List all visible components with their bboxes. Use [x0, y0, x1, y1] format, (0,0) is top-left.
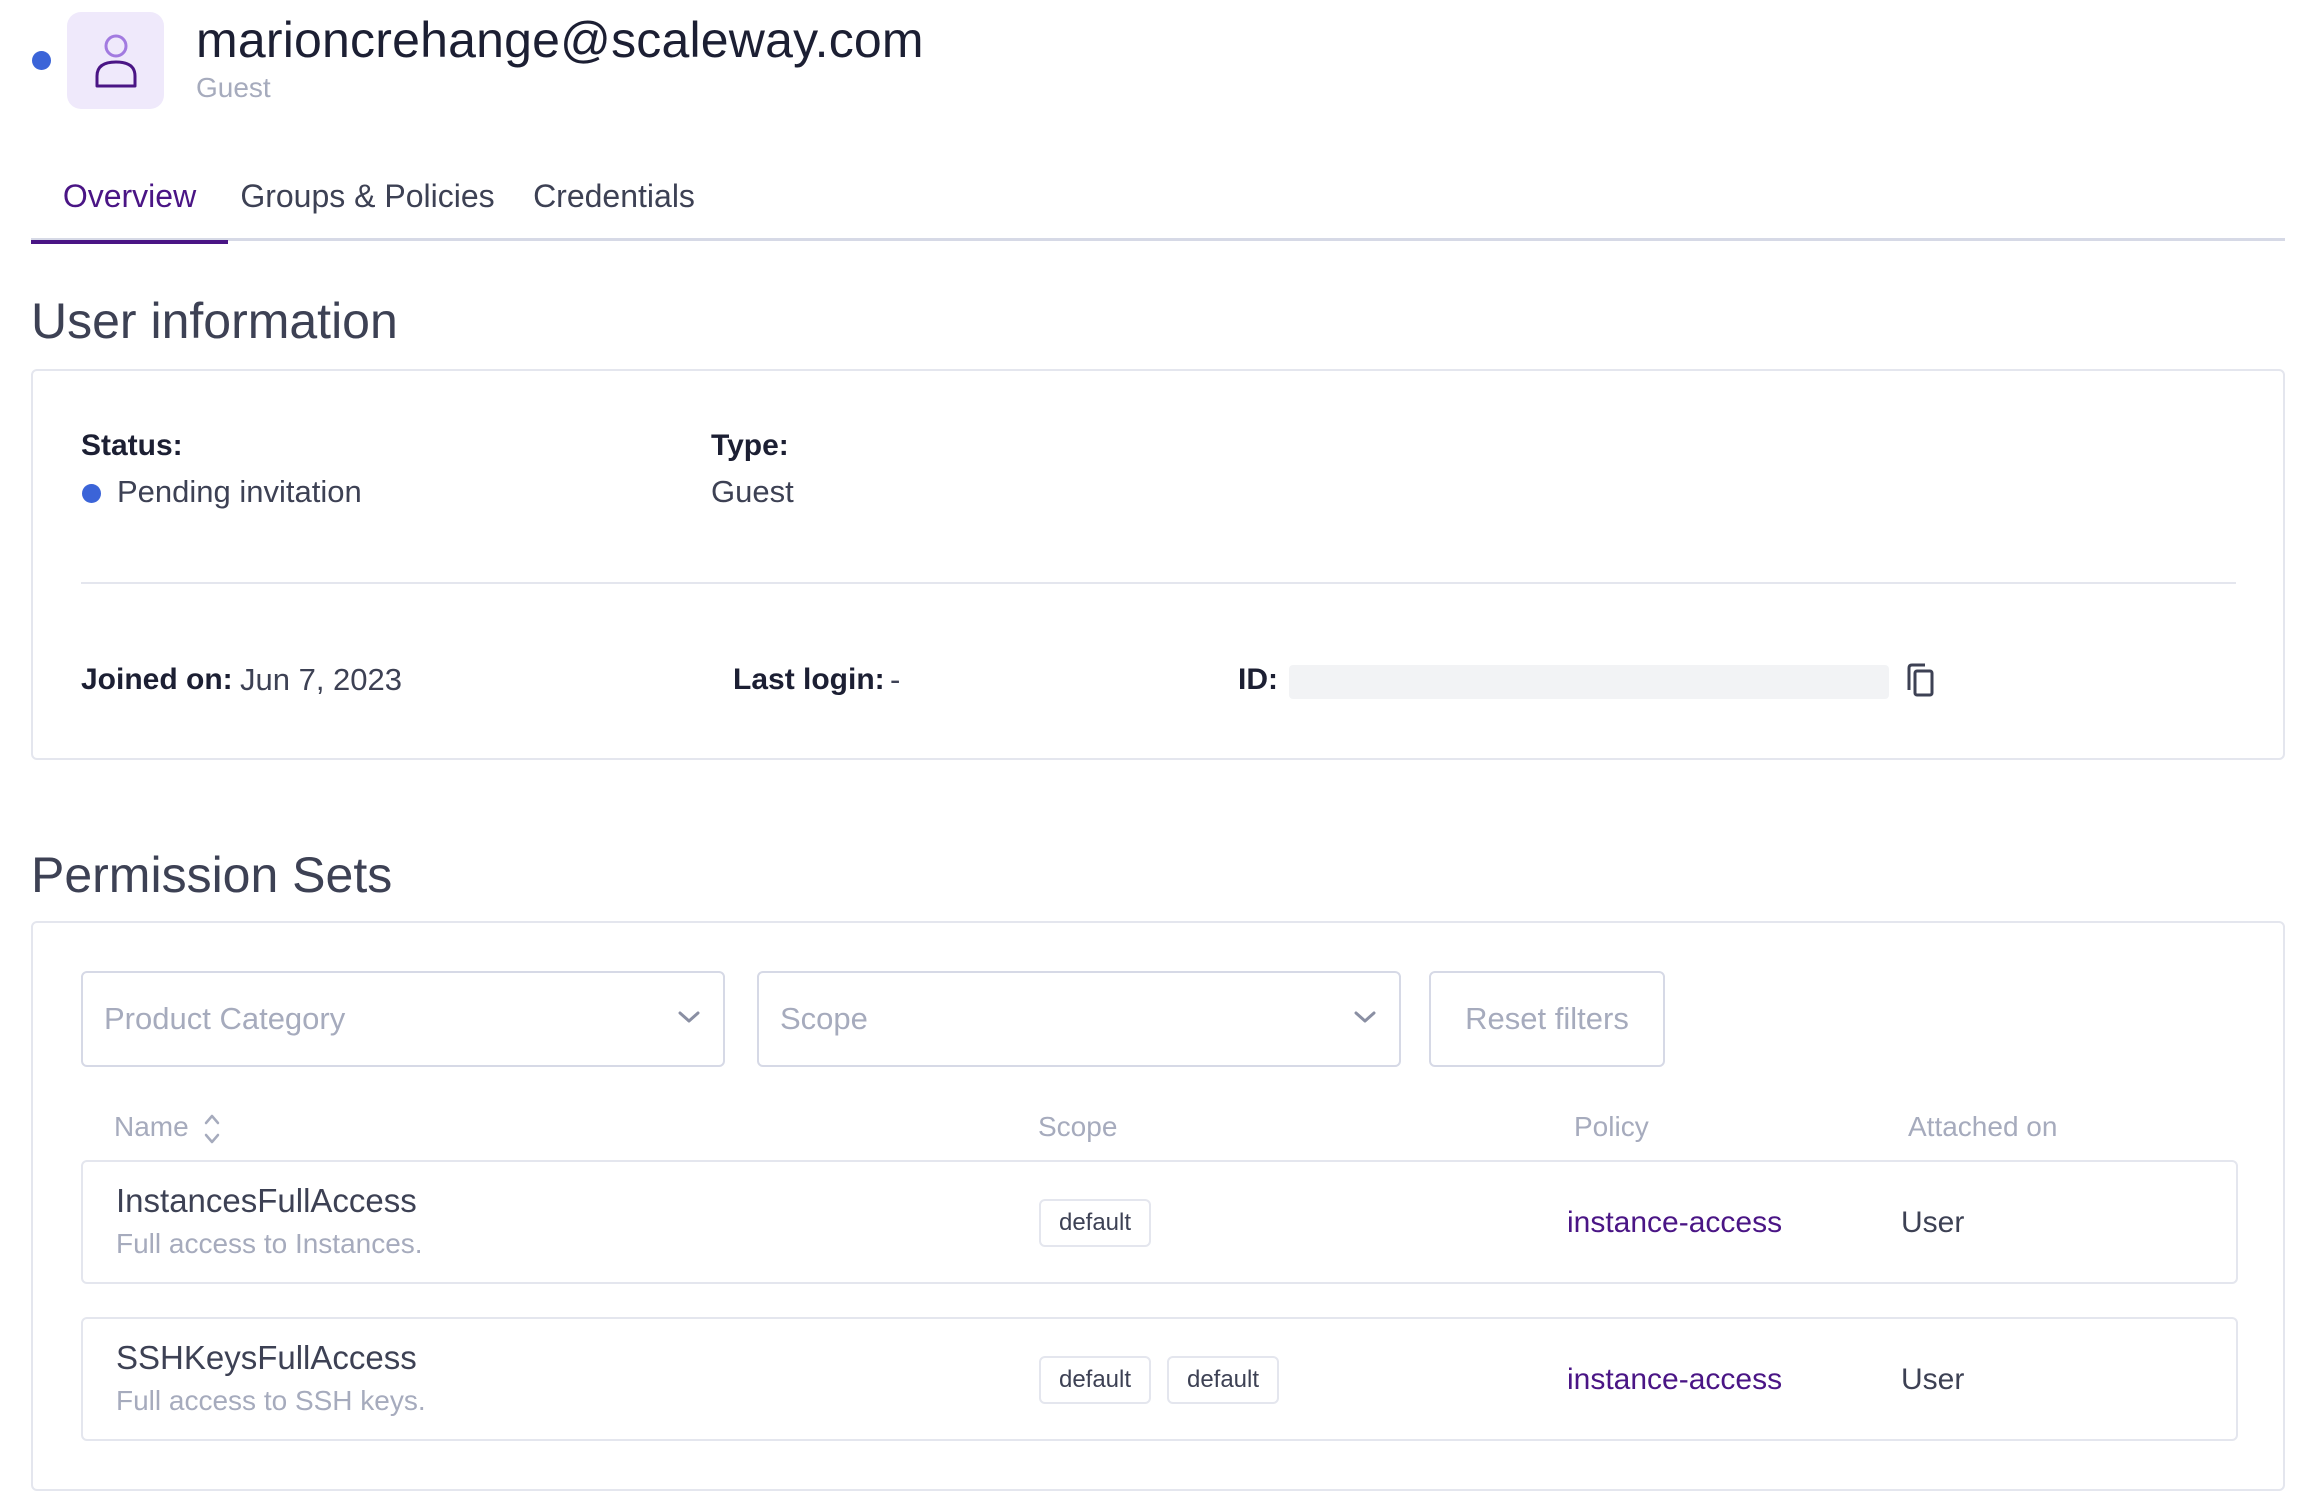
- tab-bar: Overview Groups & Policies Credentials: [31, 160, 2285, 244]
- tab-overview[interactable]: Overview: [31, 160, 228, 244]
- tab-label: Groups & Policies: [240, 178, 495, 214]
- joined-on-value: Jun 7, 2023: [240, 662, 403, 697]
- permission-set-name: SSHKeysFullAccess: [116, 1339, 417, 1376]
- user-icon: [95, 34, 136, 87]
- status-value: Pending invitation: [117, 474, 362, 509]
- attached-on-value: User: [1901, 1206, 1965, 1239]
- table-row[interactable]: SSHKeysFullAccess Full access to SSH key…: [81, 1317, 2238, 1441]
- last-login-label: Last login:: [733, 663, 885, 696]
- permission-set-name: InstancesFullAccess: [116, 1182, 417, 1219]
- sort-icon[interactable]: [203, 1111, 221, 1147]
- divider: [81, 582, 2236, 584]
- tab-credentials[interactable]: Credentials: [507, 160, 721, 241]
- status-label: Status:: [81, 429, 183, 462]
- id-label: ID:: [1238, 663, 1278, 696]
- id-value: [1289, 665, 1889, 699]
- joined-on-label: Joined on:: [81, 663, 233, 696]
- tab-groups-policies[interactable]: Groups & Policies: [228, 160, 507, 241]
- permission-sets-title: Permission Sets: [31, 847, 393, 903]
- user-information-card: Status: Pending invitation Type: Guest J…: [31, 369, 2285, 760]
- reset-filters-button[interactable]: Reset filters: [1429, 971, 1665, 1067]
- type-label: Type:: [711, 429, 789, 462]
- permission-set-description: Full access to Instances.: [116, 1228, 423, 1259]
- column-header-policy: Policy: [1574, 1111, 1649, 1142]
- policy-link[interactable]: instance-access: [1567, 1359, 1782, 1401]
- avatar: [67, 12, 164, 109]
- column-header-attached-on: Attached on: [1908, 1111, 2058, 1142]
- copy-icon[interactable]: [1905, 662, 1935, 703]
- pending-status-dot: [82, 484, 101, 503]
- table-row[interactable]: InstancesFullAccess Full access to Insta…: [81, 1160, 2238, 1284]
- chevron-down-icon: [678, 1011, 700, 1023]
- page-title: marioncrehange@scaleway.com: [196, 12, 924, 68]
- attached-on-value: User: [1901, 1363, 1965, 1396]
- scope-tag: default: [1039, 1356, 1151, 1404]
- user-role: Guest: [196, 72, 271, 103]
- user-detail-page: marioncrehange@scaleway.com Guest Overvi…: [0, 0, 2300, 1506]
- tab-label: Credentials: [533, 178, 695, 214]
- permission-sets-card: Product Category Scope Reset filters Nam…: [31, 921, 2285, 1491]
- column-header-name[interactable]: Name: [114, 1107, 189, 1147]
- chevron-down-icon: [1354, 1011, 1376, 1023]
- status-dot: [32, 51, 51, 70]
- permission-set-description: Full access to SSH keys.: [116, 1385, 426, 1416]
- scope-tag: default: [1167, 1356, 1279, 1404]
- product-category-placeholder: Product Category: [104, 1001, 346, 1036]
- tab-label: Overview: [62, 178, 197, 214]
- scope-placeholder: Scope: [780, 1001, 868, 1036]
- type-value: Guest: [711, 474, 794, 509]
- scope-tag: default: [1039, 1199, 1151, 1247]
- active-tab-indicator: [31, 240, 228, 244]
- column-header-scope: Scope: [1038, 1111, 1118, 1142]
- scope-select[interactable]: Scope: [757, 971, 1401, 1067]
- policy-link[interactable]: instance-access: [1567, 1202, 1782, 1244]
- product-category-select[interactable]: Product Category: [81, 971, 725, 1067]
- last-login-value: -: [890, 662, 901, 697]
- user-information-title: User information: [31, 293, 398, 349]
